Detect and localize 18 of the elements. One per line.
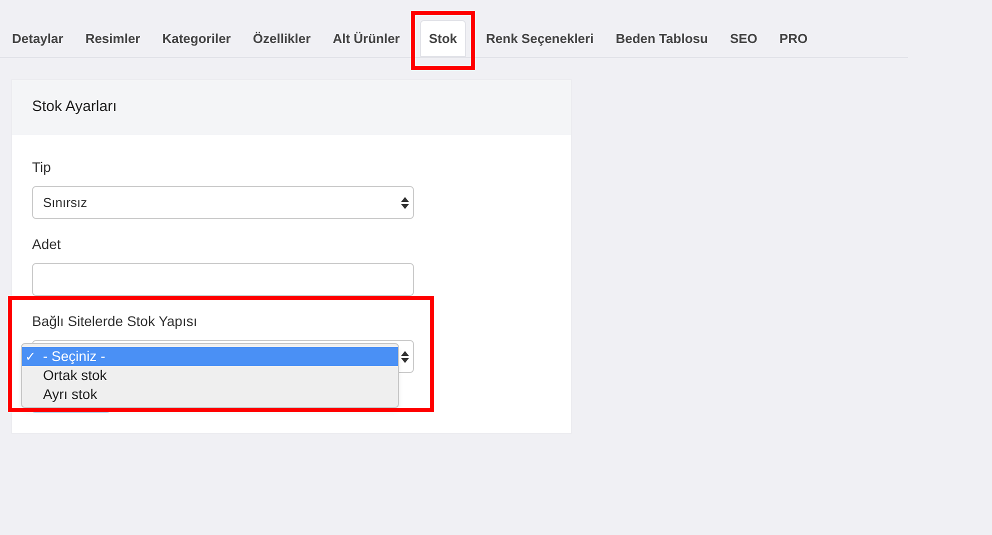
card-title: Stok Ayarları: [32, 97, 117, 118]
tab[interactable]: Kategoriler: [153, 20, 240, 57]
tab[interactable]: Detaylar: [3, 20, 72, 57]
dropdown-option[interactable]: Ortak stok: [22, 366, 398, 385]
tab[interactable]: Alt Ürünler: [324, 20, 409, 57]
field-label: Bağlı Sitelerde Stok Yapısı: [32, 312, 198, 331]
tab[interactable]: Renk Seçenekleri: [477, 20, 603, 57]
tab[interactable]: Beden Tablosu: [606, 20, 717, 57]
tab[interactable]: SEO: [720, 20, 766, 57]
tab[interactable]: PRO: [770, 20, 817, 57]
field-label: Adet: [32, 235, 62, 254]
field-label: Tip: [32, 158, 52, 177]
tab[interactable]: Özellikler: [244, 20, 320, 57]
tab[interactable]: Stok: [420, 20, 466, 57]
select-value: Sınırsız: [43, 194, 88, 212]
select-field[interactable]: Sınırsız: [32, 186, 414, 219]
tab[interactable]: Resimler: [76, 20, 150, 57]
dropdown-option[interactable]: Ayrı stok: [22, 385, 398, 404]
